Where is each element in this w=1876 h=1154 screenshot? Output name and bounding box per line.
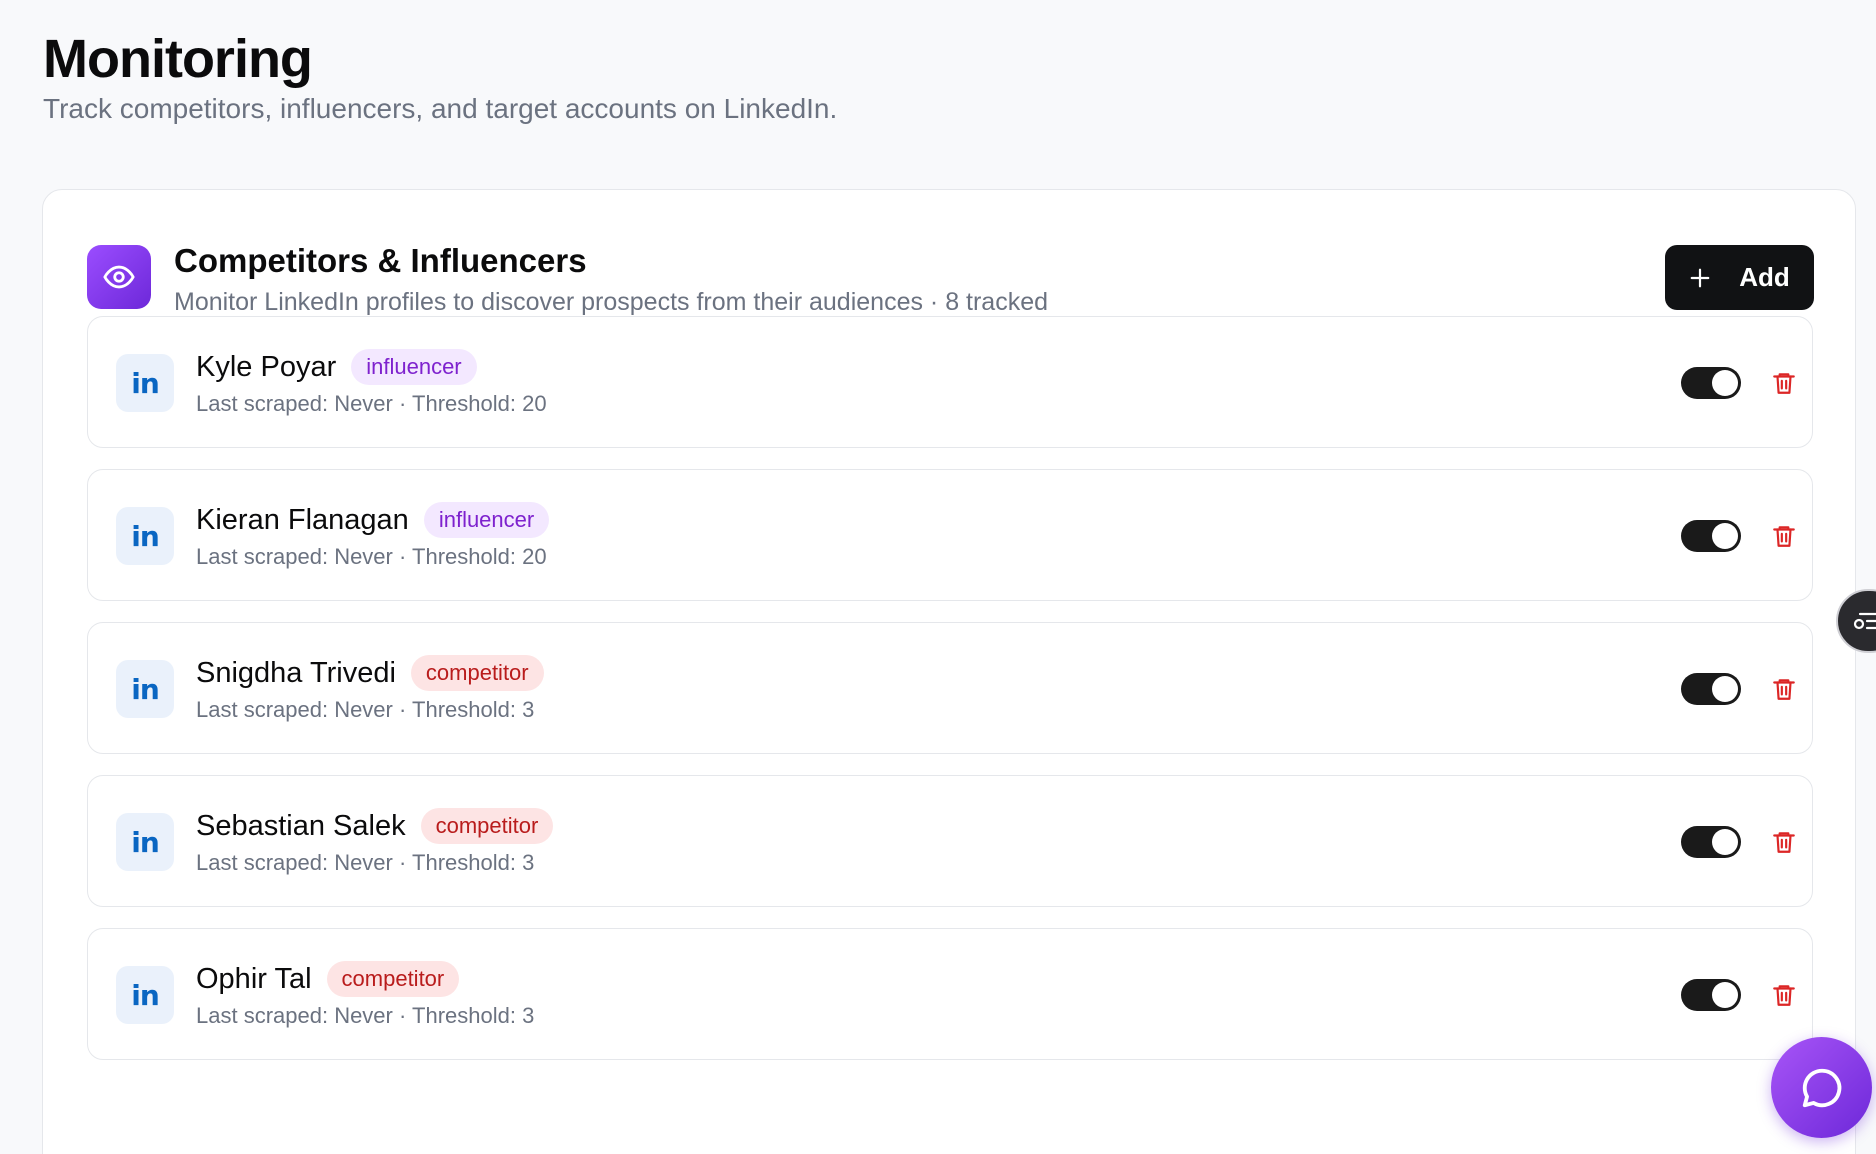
profile-meta: Last scraped: Never · Threshold: 3	[196, 1003, 535, 1028]
chat-launcher-button[interactable]	[1771, 1037, 1872, 1138]
competitors-influencers-card: Competitors & Influencers Monitor Linked…	[42, 189, 1856, 1154]
toggle-knob	[1712, 370, 1738, 396]
profile-name-line: Snigdha Trivedi competitor	[196, 655, 544, 691]
linkedin-icon: in	[116, 966, 174, 1024]
toggle-knob	[1712, 829, 1738, 855]
profile-meta: Last scraped: Never · Threshold: 3	[196, 850, 535, 875]
profile-meta: Last scraped: Never · Threshold: 3	[196, 697, 535, 722]
delete-profile-button[interactable]	[1768, 367, 1800, 399]
profile-row: in Kieran Flanagan influencer Last scrap…	[87, 469, 1813, 601]
profile-name-line: Kyle Poyar influencer	[196, 349, 477, 385]
eye-icon	[87, 245, 151, 309]
toggle-knob	[1712, 523, 1738, 549]
plus-icon	[1690, 268, 1710, 287]
delete-profile-button[interactable]	[1768, 979, 1800, 1011]
trash-icon	[1773, 373, 1795, 394]
profile-row: in Ophir Tal competitor Last scraped: Ne…	[87, 928, 1813, 1060]
page-title: Monitoring	[43, 29, 313, 89]
linkedin-icon: in	[116, 354, 174, 412]
profile-meta: Last scraped: Never · Threshold: 20	[196, 391, 547, 416]
trash-icon	[1773, 985, 1795, 1006]
delete-profile-button[interactable]	[1768, 520, 1800, 552]
page-subtitle: Track competitors, influencers, and targ…	[43, 93, 838, 124]
delete-profile-button[interactable]	[1768, 673, 1800, 705]
delete-profile-button[interactable]	[1768, 826, 1800, 858]
contact-list-icon	[1853, 612, 1876, 630]
trash-icon	[1773, 832, 1795, 853]
profile-name: Kyle Poyar	[196, 350, 337, 383]
profile-name: Sebastian Salek	[196, 809, 406, 842]
section-subtitle: Monitor LinkedIn profiles to discover pr…	[174, 288, 1049, 316]
profile-enabled-toggle[interactable]	[1681, 979, 1741, 1011]
profile-tag-badge: influencer	[423, 502, 550, 538]
profile-tag-badge: competitor	[326, 961, 460, 997]
trash-icon	[1773, 526, 1795, 547]
trash-icon	[1773, 679, 1795, 700]
monitoring-page: Monitoring Track competitors, influencer…	[0, 0, 1876, 1154]
profile-name-line: Kieran Flanagan influencer	[196, 502, 550, 538]
linkedin-icon: in	[116, 507, 174, 565]
profile-name: Kieran Flanagan	[196, 503, 409, 536]
section-title: Competitors & Influencers	[174, 242, 587, 279]
chat-bubble-icon	[1802, 1068, 1841, 1107]
add-profile-button[interactable]: Add	[1665, 245, 1814, 310]
toggle-knob	[1712, 676, 1738, 702]
profile-name-line: Sebastian Salek competitor	[196, 808, 554, 844]
toggle-knob	[1712, 982, 1738, 1008]
profile-name: Ophir Tal	[196, 962, 312, 995]
profile-meta: Last scraped: Never · Threshold: 20	[196, 544, 547, 569]
profile-tag-badge: competitor	[420, 808, 554, 844]
profile-enabled-toggle[interactable]	[1681, 367, 1741, 399]
profile-row: in Sebastian Salek competitor Last scrap…	[87, 775, 1813, 907]
add-button-label: Add	[1739, 262, 1790, 292]
profile-row: in Kyle Poyar influencer Last scraped: N…	[87, 316, 1813, 448]
profile-enabled-toggle[interactable]	[1681, 520, 1741, 552]
profile-name: Snigdha Trivedi	[196, 656, 396, 689]
profile-tag-badge: competitor	[410, 655, 544, 691]
profile-enabled-toggle[interactable]	[1681, 826, 1741, 858]
profile-enabled-toggle[interactable]	[1681, 673, 1741, 705]
linkedin-icon: in	[116, 813, 174, 871]
profile-tag-badge: influencer	[351, 349, 477, 385]
linkedin-icon: in	[116, 660, 174, 718]
profile-name-line: Ophir Tal competitor	[196, 961, 460, 997]
profile-row: in Snigdha Trivedi competitor Last scrap…	[87, 622, 1813, 754]
